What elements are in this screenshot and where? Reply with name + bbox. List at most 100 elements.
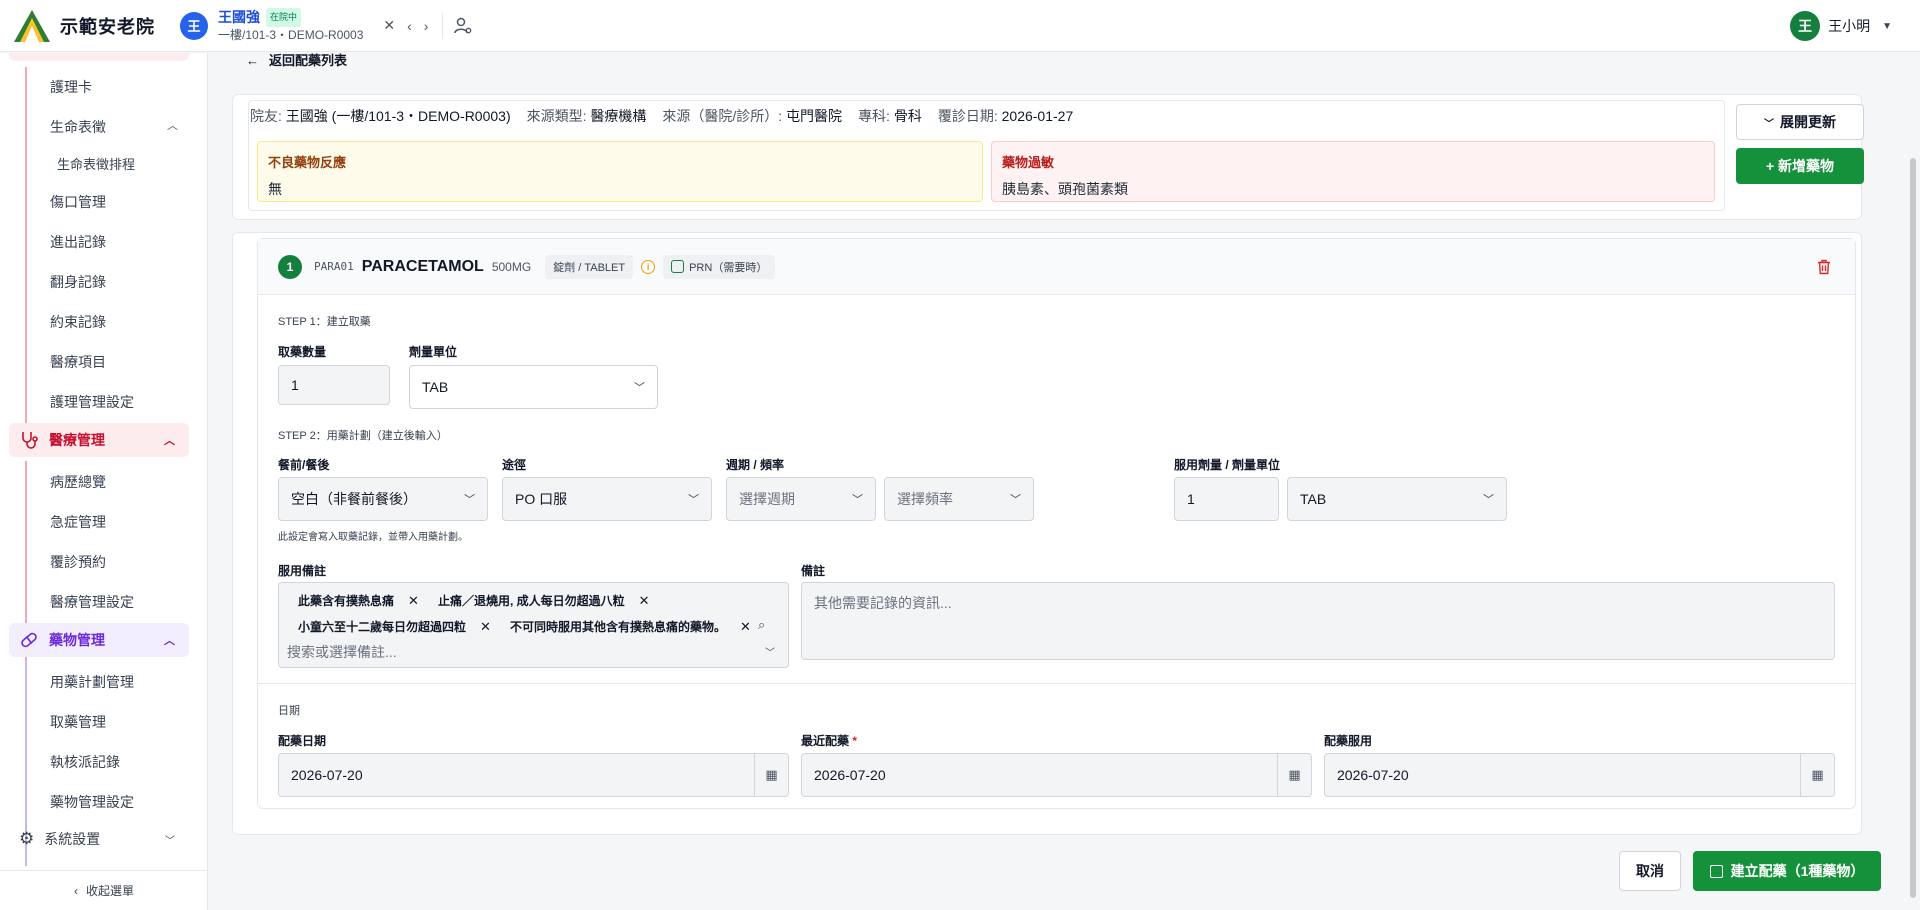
sidebar-item-drug-settings[interactable]: 藥物管理設定 [50,792,134,812]
chevron-up-icon: ︿ [164,635,175,647]
chevron-right-icon[interactable]: › [418,18,435,34]
source-key: 來源（醫院/診所）: [662,108,783,124]
search-icon[interactable]: ⌕ [758,617,765,633]
cycle-select[interactable]: 選擇週期 ﹀ [726,477,876,521]
recent-dispense-label-text: 最近配藥 [801,734,850,748]
back-to-list-link[interactable]: ← 返回配藥列表 [246,50,347,69]
step2-hint: 此設定會寫入取藥記錄，並帶入用藥計劃。 [278,532,468,543]
step2-title: STEP 2：用藥計劃（建立後輸入） [278,430,448,442]
dispense-use-input[interactable]: 2026-07-20 ▦ [1324,753,1835,797]
unit-label: 劑量單位 [409,345,458,359]
close-icon[interactable]: ✕ [740,619,751,635]
note-tag[interactable]: 小童六至十二歲每日勿超過四粒 ✕ [298,618,491,635]
notes-label: 服用備註 [278,564,327,578]
sidebar-item-drug-plan[interactable]: 用藥計劃管理 [50,672,134,692]
sidebar-group-system[interactable]: ⚙ 系統設置 ﹀ [9,822,189,856]
sidebar-item-records[interactable]: 病歷總覽 [50,472,106,492]
back-label: 返回配藥列表 [269,53,348,68]
sidebar-group-system-label: 系統設置 [44,831,101,847]
recent-dispense-value: 2026-07-20 [814,767,886,783]
sidebar-item-medical-settings[interactable]: 醫療管理設定 [50,592,134,612]
sidebar-item-nursing-card[interactable]: 護理卡 [50,77,92,97]
route-select[interactable]: PO 口服 ﹀ [502,477,712,521]
unit-value: TAB [422,379,449,395]
sidebar-item-drug-pickup[interactable]: 取藥管理 [50,712,106,732]
source-value: 屯門醫院 [786,108,843,124]
sidebar-item-emergency[interactable]: 急症管理 [50,512,106,532]
resident-avatar: 王 [180,11,208,40]
recent-dispense-input[interactable]: 2026-07-20 ▦ [801,753,1312,797]
sidebar: 護理卡 生命表徵 ︿ 生命表徵排程 傷口管理 進出記錄 翻身記錄 約束記錄 醫療… [0,53,208,910]
resident-selector[interactable]: 王 王國強 在院中 一樓/101-3・DEMO-R0003 [180,7,363,44]
sidebar-group-medical[interactable]: 醫療管理 ︿ [9,423,189,457]
sidebar-item-followup[interactable]: 覆診預約 [50,552,106,572]
dates-title: 日期 [278,705,300,717]
prn-checkbox[interactable]: PRN（需要時） [663,254,776,279]
collapse-menu-button[interactable]: ‹ 收起選單 [0,870,208,910]
meal-select[interactable]: 空白（非餐前餐後） ﹀ [278,477,488,521]
quantity-value: 1 [291,377,299,393]
cancel-button[interactable]: 取消 [1619,851,1681,891]
close-icon[interactable]: ✕ [408,593,419,609]
notes-search-placeholder[interactable]: 搜索或選擇備註... [287,642,397,662]
user-menu[interactable]: 王 王小明 ▼ [1790,11,1892,41]
cycle-placeholder: 選擇週期 [739,491,795,507]
medication-form-chip: 錠劑 / TABLET [545,254,634,279]
medication-dose: 500MG [491,259,532,274]
frequency-select[interactable]: 選擇頻率 ﹀ [884,477,1034,521]
sidebar-group-drug-label: 藥物管理 [49,632,105,648]
note-tag[interactable]: 此藥含有撲熱息痛 ✕ [298,592,419,609]
dispense-date-input[interactable]: 2026-07-20 ▦ [278,753,789,797]
chevron-up-icon: ︿ [164,435,175,447]
chevron-down-icon[interactable]: ﹀ [765,644,775,659]
divider [442,12,444,39]
trash-icon[interactable] [1817,259,1831,275]
pill-icon [21,632,37,648]
create-dispense-button[interactable]: 建立配藥（1種藥物） [1693,851,1881,891]
sidebar-item-vital-schedule[interactable]: 生命表徵排程 [57,154,135,173]
resident-value: 王國強 (一樓/101-3・DEMO-R0003) [285,108,511,124]
note-tag[interactable]: 不可同時服用其他含有撲熱息痛的藥物。 ✕ [510,618,751,635]
sidebar-item-vital-signs[interactable]: 生命表徵 [50,117,106,137]
sidebar-item-medical-items[interactable]: 醫療項目 [50,352,106,372]
sidebar-item-wound[interactable]: 傷口管理 [50,192,106,212]
calendar-icon[interactable]: ▦ [1800,754,1834,796]
sidebar-item-inout[interactable]: 進出記錄 [50,232,106,252]
dose-input[interactable]: 1 [1174,477,1279,521]
meal-value: 空白（非餐前餐後） [291,491,417,507]
sidebar-group-drug[interactable]: 藥物管理 ︿ [9,623,189,657]
close-icon[interactable]: ✕ [377,17,401,34]
dose-unit-select[interactable]: TAB ﹀ [1287,477,1507,521]
dispense-date-label: 配藥日期 [278,734,327,748]
chevron-down-icon: ﹀ [1483,494,1494,506]
chevron-left-icon[interactable]: ‹ [401,18,418,34]
remarks-label: 備註 [801,564,826,578]
sidebar-item-restraint[interactable]: 約束記錄 [50,312,106,332]
chevron-down-icon: ﹀ [852,494,863,506]
add-drug-button[interactable]: + 新增藥物 [1736,148,1864,184]
calendar-icon[interactable]: ▦ [1277,754,1311,796]
note-tag[interactable]: 止痛／退燒用, 成人每日勿超過八粒 ✕ [438,592,650,609]
frequency-label: 週期 / 頻率 [726,458,785,472]
expand-update-button[interactable]: ﹀ 展開更新 [1736,104,1864,140]
unit-select[interactable]: TAB ﹀ [409,365,658,409]
gear-icon: ⚙ [19,829,35,848]
sidebar-item-turning[interactable]: 翻身記錄 [50,272,106,292]
prescription-info-row: 院友: 王國強 (一樓/101-3・DEMO-R0003) 來源類型: 醫療機構… [250,106,1073,126]
adverse-reaction-alert: 不良藥物反應 無 [257,141,983,202]
scrollbar[interactable] [1910,158,1916,898]
close-icon[interactable]: ✕ [639,593,650,609]
remarks-placeholder: 其他需要記錄的資訊... [814,595,952,611]
sidebar-item-nursing-settings[interactable]: 護理管理設定 [50,392,134,412]
sidebar-item-dispense-record[interactable]: 執核派記錄 [50,752,120,772]
resident-name[interactable]: 王國強 [218,9,260,26]
quantity-input[interactable]: 1 [278,365,390,405]
chevron-up-icon[interactable]: ︿ [167,117,178,133]
close-icon[interactable]: ✕ [480,619,491,635]
info-icon[interactable]: i [641,259,656,274]
user-settings-icon[interactable] [453,16,473,36]
calendar-icon[interactable]: ▦ [754,754,788,796]
source-type-key: 來源類型: [526,108,587,124]
brand[interactable]: 示範安老院 [0,8,168,44]
remarks-textarea[interactable]: 其他需要記錄的資訊... [801,582,1835,660]
